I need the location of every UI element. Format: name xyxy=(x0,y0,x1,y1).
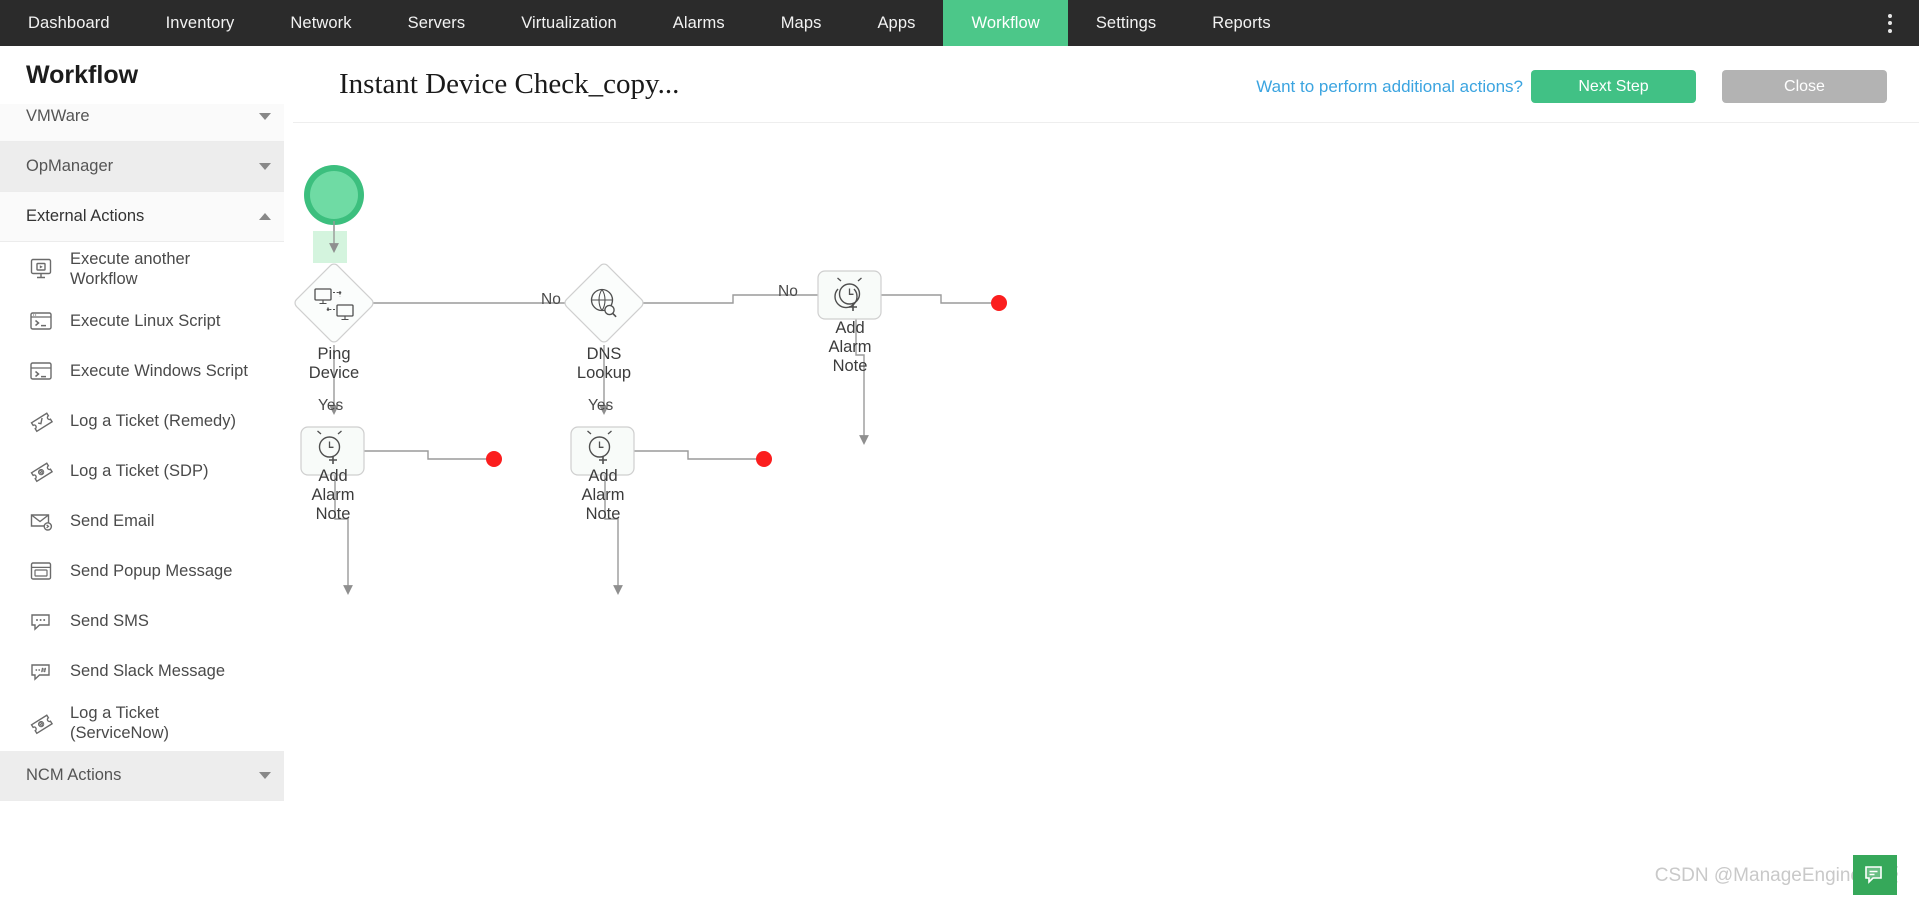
sidebar-action-label: Execute Linux Script xyxy=(70,312,221,331)
sidebar-action-label: Log a Ticket (SDP) xyxy=(70,462,209,481)
sidebar-action-label: Send SMS xyxy=(70,612,149,631)
nav-item-apps[interactable]: Apps xyxy=(849,0,943,46)
workflow-header: Instant Device Check_copy... Want to per… xyxy=(293,46,1919,122)
sidebar-action-execute-linux-script[interactable]: Execute Linux Script xyxy=(0,296,292,347)
nav-item-workflow[interactable]: Workflow xyxy=(943,0,1068,46)
kebab-dot xyxy=(1888,28,1892,33)
start-circle-icon xyxy=(304,165,364,225)
sidebar-action-label: Execute another Workflow xyxy=(70,250,191,289)
sidebar-group-ncm-actions[interactable]: NCM Actions xyxy=(0,750,292,801)
node-ping-device xyxy=(294,263,374,343)
chevron-up-icon xyxy=(259,213,271,220)
sidebar-group-vmware[interactable]: VMWare xyxy=(0,104,292,142)
monitor-play-icon xyxy=(26,254,56,284)
ticket-globe-icon xyxy=(26,456,56,486)
sidebar-action-label: Send Popup Message xyxy=(70,562,233,581)
node-label-ping-device: Ping Device xyxy=(308,345,360,383)
kebab-menu-icon[interactable] xyxy=(1875,0,1905,46)
main-content: Instant Device Check_copy... Want to per… xyxy=(293,46,1919,899)
page-title: Instant Device Check_copy... xyxy=(339,68,680,100)
edge-label-dns-no: No xyxy=(778,283,798,300)
sidebar-action-label: Send Slack Message xyxy=(70,662,226,681)
sidebar-action-execute-windows-script[interactable]: Execute Windows Script xyxy=(0,346,292,397)
edge-label-dns-yes: Yes xyxy=(588,397,614,414)
next-step-button[interactable]: Next Step xyxy=(1531,70,1696,103)
kebab-dot xyxy=(1888,13,1892,18)
additional-actions-link[interactable]: Want to perform additional actions? xyxy=(1256,77,1523,97)
top-navigation-bar: Dashboard Inventory Network Servers Virt… xyxy=(0,0,1919,46)
nav-item-dashboard[interactable]: Dashboard xyxy=(0,0,138,46)
sidebar-group-external-actions[interactable]: External Actions xyxy=(0,192,292,242)
envelope-send-icon xyxy=(26,506,56,536)
sidebar-group-label: VMWare xyxy=(26,107,90,125)
sidebar-action-label: Execute Windows Script xyxy=(70,362,248,381)
nav-item-maps[interactable]: Maps xyxy=(753,0,850,46)
sidebar-scroll-area: VMWare OpManager External Actions Execut… xyxy=(0,104,292,899)
nav-item-inventory[interactable]: Inventory xyxy=(138,0,263,46)
nav-item-alarms[interactable]: Alarms xyxy=(645,0,753,46)
edge-label-ping-no: No xyxy=(541,291,561,308)
edge-label-ping-yes: Yes xyxy=(318,397,344,414)
sidebar-action-log-ticket-servicenow[interactable]: Log a Ticket (ServiceNow) xyxy=(0,696,292,751)
sidebar-group-label: External Actions xyxy=(26,207,145,225)
ticket-globe-icon xyxy=(26,708,56,738)
workflow-connectors xyxy=(294,165,1007,595)
node-dns-lookup xyxy=(564,263,644,343)
sidebar-group-opmanager[interactable]: OpManager xyxy=(0,142,292,192)
nav-item-virtualization[interactable]: Virtualization xyxy=(493,0,645,46)
sidebar-action-send-slack-message[interactable]: Send Slack Message xyxy=(0,646,292,697)
terminal-icon xyxy=(26,306,56,336)
nav-item-servers[interactable]: Servers xyxy=(380,0,494,46)
close-button[interactable]: Close xyxy=(1722,70,1887,103)
sidebar-action-send-email[interactable]: Send Email xyxy=(0,496,292,547)
workflow-canvas[interactable]: Ping Device DNS Lookup Add Alarm Note Ad… xyxy=(293,122,1919,899)
chat-bubble-icon xyxy=(26,606,56,636)
sidebar-action-execute-another-workflow[interactable]: Execute another Workflow xyxy=(0,242,292,297)
node-label-add-alarm-note-top: Add Alarm Note xyxy=(828,319,872,376)
node-label-add-alarm-note-left: Add Alarm Note xyxy=(311,467,355,524)
sidebar-title: Workflow xyxy=(0,46,292,104)
end-dot xyxy=(756,451,772,467)
nav-item-network[interactable]: Network xyxy=(262,0,379,46)
nav-item-settings[interactable]: Settings xyxy=(1068,0,1184,46)
workflow-sidebar: Workflow VMWare OpManager External Actio… xyxy=(0,46,293,899)
terminal-window-icon xyxy=(26,356,56,386)
sidebar-action-label: Log a Ticket (Remedy) xyxy=(70,412,236,431)
chat-hash-icon xyxy=(26,656,56,686)
nav-item-reports[interactable]: Reports xyxy=(1184,0,1298,46)
sidebar-scrollbar-track[interactable] xyxy=(284,46,576,899)
ticket-check-icon xyxy=(26,406,56,436)
sidebar-action-log-ticket-sdp[interactable]: Log a Ticket (SDP) xyxy=(0,446,292,497)
chat-badge-icon xyxy=(1853,855,1897,895)
chevron-down-icon xyxy=(259,113,271,120)
end-dot xyxy=(486,451,502,467)
node-label-add-alarm-note-mid: Add Alarm Note xyxy=(581,467,625,524)
kebab-dot xyxy=(1888,21,1892,25)
popup-window-icon xyxy=(26,556,56,586)
sidebar-action-log-ticket-remedy[interactable]: Log a Ticket (Remedy) xyxy=(0,396,292,447)
chevron-down-icon xyxy=(259,163,271,170)
sidebar-action-send-sms[interactable]: Send SMS xyxy=(0,596,292,647)
end-dot xyxy=(991,295,1007,311)
node-label-dns-lookup: DNS Lookup xyxy=(576,345,632,383)
sidebar-action-label: Send Email xyxy=(70,512,155,531)
sidebar-group-label: NCM Actions xyxy=(26,765,122,784)
chevron-down-icon xyxy=(259,771,271,779)
sidebar-action-label: Log a Ticket (ServiceNow) xyxy=(70,704,170,743)
sidebar-action-send-popup-message[interactable]: Send Popup Message xyxy=(0,546,292,597)
node-add-alarm-note-top xyxy=(817,270,882,320)
sidebar-group-label: OpManager xyxy=(26,157,114,175)
